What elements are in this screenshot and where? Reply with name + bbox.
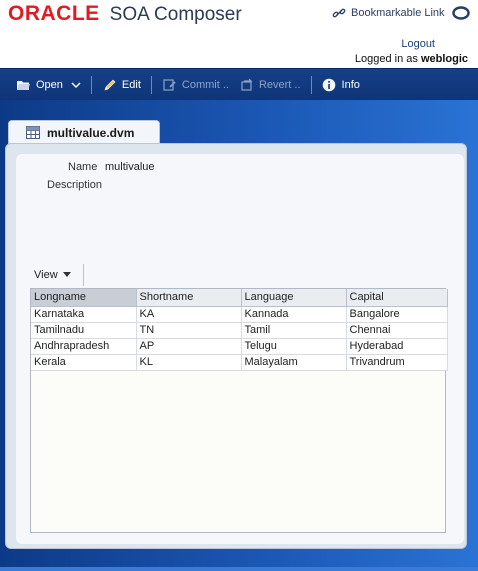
open-label: Open (36, 78, 63, 91)
folder-icon (17, 80, 30, 90)
commit-icon (163, 78, 176, 91)
table-cell[interactable]: AP (136, 338, 242, 355)
table-cell[interactable]: Malayalam (241, 354, 347, 371)
column-header-longname[interactable]: Longname (31, 289, 137, 307)
table-cell[interactable]: TN (136, 322, 242, 339)
revert-label: Revert .. (258, 78, 301, 91)
table-cell[interactable]: Kerala (31, 354, 137, 371)
table-cell[interactable]: KA (136, 306, 242, 323)
toolbar-divider (310, 75, 312, 94)
table-cell[interactable]: Telugu (241, 338, 347, 355)
caret-down-icon (62, 272, 71, 277)
oracle-o-icon[interactable] (452, 4, 470, 22)
table-row[interactable]: Karnataka KA Kannada Bangalore (31, 306, 448, 323)
table-cell[interactable]: Andhrapradesh (31, 338, 137, 355)
tab-multivalue-dvm[interactable]: multivalue.dvm (8, 120, 160, 144)
toolbar-divider (90, 75, 92, 94)
main-toolbar: Open Edit Commit .. Revert .. Info (0, 68, 478, 100)
table-row[interactable]: Kerala KL Malayalam Trivandrum (31, 354, 448, 371)
commit-button[interactable]: Commit .. (162, 74, 229, 96)
link-chain-icon (332, 8, 346, 18)
info-button[interactable]: Info (322, 74, 360, 96)
dvm-panel-body: Name multivalue Description View Longnam… (16, 154, 464, 544)
table-cell[interactable]: Kannada (241, 306, 347, 323)
logged-in-status: Logged in as weblogic (355, 53, 468, 65)
chevron-down-icon[interactable] (71, 80, 81, 90)
dvm-panel: Name multivalue Description View Longnam… (5, 143, 467, 549)
column-header-capital[interactable]: Capital (346, 289, 448, 307)
table-cell[interactable]: Chennai (346, 322, 448, 339)
toolbar-divider (150, 75, 152, 94)
info-icon (322, 78, 335, 91)
table-cell[interactable]: Tamilnadu (31, 322, 137, 339)
oracle-logo: ORACLE (8, 2, 100, 25)
edit-button[interactable]: Edit (102, 74, 141, 96)
dvm-table: Longname Shortname Language Capital Karn… (31, 289, 448, 371)
info-label: Info (341, 78, 360, 91)
open-button[interactable]: Open (16, 74, 81, 96)
table-row[interactable]: Andhrapradesh AP Telugu Hyderabad (31, 338, 448, 355)
table-grid-icon (26, 126, 40, 139)
view-menu-button[interactable]: View (34, 264, 84, 286)
table-cell[interactable]: Karnataka (31, 306, 137, 323)
commit-label: Commit .. (181, 78, 229, 91)
dvm-table-container: Longname Shortname Language Capital Karn… (30, 288, 448, 533)
bookmarkable-link-label: Bookmarkable Link (351, 7, 445, 19)
table-cell[interactable]: Hyderabad (346, 338, 448, 355)
revert-button[interactable]: Revert .. (239, 74, 301, 96)
brand: ORACLE SOA Composer (8, 2, 242, 26)
logout-link[interactable]: Logout (401, 38, 435, 50)
column-header-shortname[interactable]: Shortname (136, 289, 242, 307)
edit-label: Edit (121, 78, 141, 91)
name-label: Name (68, 161, 98, 173)
logged-in-prefix: Logged in as (354, 53, 418, 65)
pencil-icon (104, 79, 116, 90)
bookmarkable-link[interactable]: Bookmarkable Link (332, 6, 445, 20)
tab-label: multivalue.dvm (47, 125, 135, 140)
app-header: ORACLE SOA Composer Bookmarkable Link Lo… (0, 0, 478, 68)
username: weblogic (420, 53, 468, 65)
table-header-row: Longname Shortname Language Capital (31, 289, 448, 307)
workspace: multivalue.dvm Name multivalue Descripti… (0, 100, 478, 571)
bottom-edge (0, 567, 478, 571)
table-cell[interactable]: Tamil (241, 322, 347, 339)
app-title: SOA Composer (109, 4, 242, 25)
name-value: multivalue (105, 161, 155, 173)
column-header-language[interactable]: Language (241, 289, 347, 307)
table-cell[interactable]: KL (136, 354, 242, 371)
table-cell[interactable]: Bangalore (346, 306, 448, 323)
table-cell[interactable]: Trivandrum (346, 354, 448, 371)
revert-icon (241, 78, 253, 91)
description-label: Description (47, 179, 103, 191)
view-menu-label: View (34, 269, 58, 281)
table-row[interactable]: Tamilnadu TN Tamil Chennai (31, 322, 448, 339)
